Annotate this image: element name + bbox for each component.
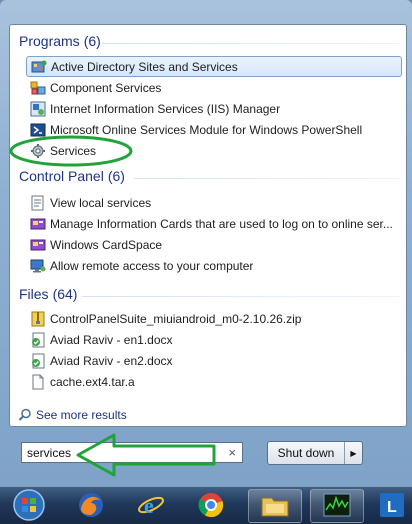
view-services-icon — [30, 195, 46, 211]
windows-explorer-icon — [260, 492, 290, 521]
cardspace-icon — [30, 237, 46, 253]
shut-down-button[interactable]: Shut down ▶ — [267, 441, 363, 465]
svg-text:e: e — [144, 493, 154, 518]
generic-file-icon — [30, 374, 46, 390]
taskbar-lync-button[interactable]: L — [372, 489, 412, 523]
result-item-label: cache.ext4.tar.a — [50, 374, 135, 389]
start-menu-results-panel: Programs (6) Active Directory Sites and S… — [9, 24, 407, 427]
result-item-manage-information-cards[interactable]: Manage Information Cards that are used t… — [26, 213, 402, 234]
result-item-powershell-module[interactable]: Microsoft Online Services Module for Win… — [26, 119, 402, 140]
resource-monitor-icon — [322, 492, 352, 521]
search-input[interactable]: services × — [21, 442, 243, 463]
result-item-allow-remote-access[interactable]: Allow remote access to your computer — [26, 255, 402, 276]
start-button[interactable] — [6, 488, 52, 524]
result-item-cache-file[interactable]: cache.ext4.tar.a — [26, 371, 402, 392]
result-item-label: Aviad Raviv - en1.docx — [50, 332, 173, 347]
result-item-services[interactable]: Services — [26, 140, 402, 161]
result-item-view-local-services[interactable]: View local services — [26, 192, 402, 213]
programs-divider — [102, 43, 400, 44]
result-item-label: Allow remote access to your computer — [50, 258, 254, 273]
files-count: (64) — [52, 286, 78, 302]
see-more-label: See more results — [36, 408, 127, 422]
svg-text:L: L — [387, 499, 397, 516]
result-item-label: Manage Information Cards that are used t… — [50, 216, 393, 231]
files-group-header[interactable]: Files (64) — [19, 286, 77, 306]
result-item-iis-manager[interactable]: Internet Information Services (IIS) Mana… — [26, 98, 402, 119]
taskbar-chrome-button[interactable] — [186, 489, 236, 523]
control-panel-group-header[interactable]: Control Panel (6) — [19, 168, 125, 188]
files-header-label: Files — [19, 286, 49, 302]
services-gear-icon — [30, 143, 46, 159]
files-divider — [82, 296, 400, 297]
see-more-results-link[interactable]: See more results — [18, 406, 127, 424]
windows-orb-icon — [12, 488, 46, 524]
result-item-label: Component Services — [50, 80, 162, 95]
taskbar: e L — [0, 486, 412, 524]
programs-group-header[interactable]: Programs (6) — [19, 33, 101, 53]
result-item-label: Internet Information Services (IIS) Mana… — [50, 101, 281, 116]
component-services-icon — [30, 80, 46, 96]
powershell-icon — [30, 122, 46, 138]
ad-sites-icon — [31, 59, 47, 75]
result-item-zip-file[interactable]: ControlPanelSuite_miuiandroid_m0-2.10.26… — [26, 308, 402, 329]
result-item-docx-en2[interactable]: Aviad Raviv - en2.docx — [26, 350, 402, 371]
result-item-windows-cardspace[interactable]: Windows CardSpace — [26, 234, 402, 255]
clear-search-icon[interactable]: × — [228, 445, 236, 460]
search-input-value: services — [27, 445, 72, 460]
firefox-icon — [77, 491, 105, 522]
docx-file-icon — [30, 332, 46, 348]
taskbar-ie-button[interactable]: e — [126, 489, 176, 523]
taskbar-firefox-button[interactable] — [66, 489, 116, 523]
programs-count: (6) — [83, 33, 101, 49]
result-item-label: Windows CardSpace — [50, 237, 163, 252]
taskbar-explorer-button[interactable] — [248, 489, 302, 523]
result-item-ad-sites[interactable]: Active Directory Sites and Services — [26, 56, 402, 77]
remote-access-icon — [30, 258, 46, 274]
control-panel-header-label: Control Panel — [19, 168, 104, 184]
magnifier-icon — [18, 408, 32, 422]
result-item-label: ControlPanelSuite_miuiandroid_m0-2.10.26… — [50, 311, 302, 326]
iis-manager-icon — [30, 101, 46, 117]
chrome-icon — [197, 491, 225, 522]
result-item-label: View local services — [50, 195, 152, 210]
result-item-label: Microsoft Online Services Module for Win… — [50, 122, 363, 137]
control-panel-divider — [134, 178, 400, 179]
control-panel-count: (6) — [107, 168, 125, 184]
programs-header-label: Programs — [19, 33, 80, 49]
result-item-component-services[interactable]: Component Services — [26, 77, 402, 98]
result-item-label: Aviad Raviv - en2.docx — [50, 353, 173, 368]
outlook-lync-icon: L — [378, 491, 406, 522]
shut-down-options-arrow-icon[interactable]: ▶ — [344, 442, 362, 464]
result-item-docx-en1[interactable]: Aviad Raviv - en1.docx — [26, 329, 402, 350]
taskbar-resource-monitor-button[interactable] — [310, 489, 364, 523]
internet-explorer-icon: e — [137, 491, 165, 522]
docx-file-icon — [30, 353, 46, 369]
zip-file-icon — [30, 311, 46, 327]
shut-down-label: Shut down — [277, 446, 335, 460]
result-item-label: Active Directory Sites and Services — [51, 59, 238, 74]
info-cards-icon — [30, 216, 46, 232]
result-item-label: Services — [50, 143, 97, 158]
